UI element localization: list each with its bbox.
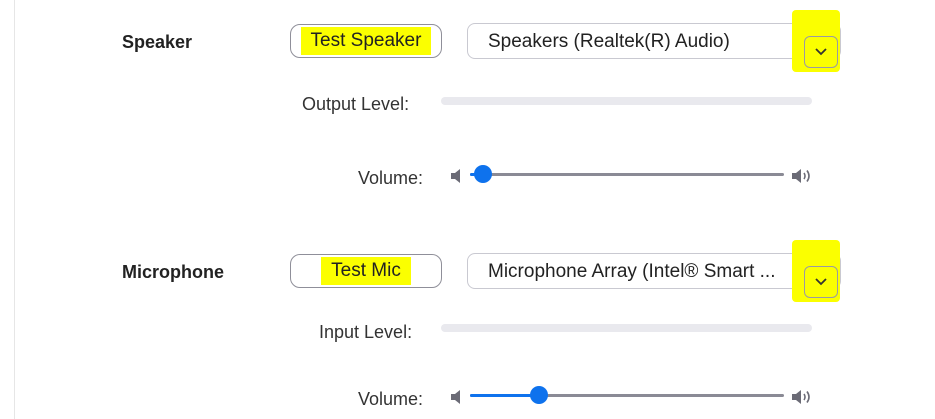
input-level-label: Input Level: bbox=[319, 322, 413, 342]
input-level-meter bbox=[441, 324, 812, 332]
speaker-volume-slider[interactable] bbox=[470, 165, 784, 183]
microphone-volume-slider[interactable] bbox=[470, 386, 784, 404]
microphone-section-title: Microphone bbox=[122, 262, 224, 282]
microphone-device-select[interactable]: Microphone Array (Intel® Smart ... bbox=[467, 240, 841, 302]
test-mic-button-label: Test Mic bbox=[321, 257, 411, 285]
speaker-high-icon bbox=[792, 390, 810, 404]
microphone-volume-fill bbox=[470, 394, 540, 397]
speaker-high-icon bbox=[792, 169, 810, 183]
output-level-meter bbox=[441, 97, 812, 105]
test-speaker-button[interactable]: Test Speaker bbox=[290, 24, 442, 58]
microphone-device-value: Microphone Array (Intel® Smart ... bbox=[488, 261, 776, 282]
chevron-down-icon bbox=[815, 278, 827, 286]
speaker-low-icon bbox=[451, 390, 460, 404]
panel-divider bbox=[14, 0, 15, 419]
speaker-device-value: Speakers (Realtek(R) Audio) bbox=[488, 31, 730, 52]
microphone-dropdown-button[interactable] bbox=[804, 266, 838, 298]
test-speaker-button-label: Test Speaker bbox=[300, 27, 432, 55]
speaker-section-title: Speaker bbox=[122, 32, 193, 52]
speaker-dropdown-button[interactable] bbox=[804, 36, 838, 68]
microphone-volume-label: Volume: bbox=[358, 389, 424, 409]
microphone-volume-thumb[interactable] bbox=[530, 386, 549, 404]
speaker-low-icon bbox=[451, 169, 460, 183]
speaker-volume-label: Volume: bbox=[358, 168, 424, 188]
speaker-device-select[interactable]: Speakers (Realtek(R) Audio) bbox=[467, 10, 841, 72]
test-mic-button[interactable]: Test Mic bbox=[290, 254, 442, 288]
chevron-down-icon bbox=[815, 48, 827, 56]
speaker-volume-thumb[interactable] bbox=[473, 165, 492, 183]
output-level-label: Output Level: bbox=[302, 94, 410, 114]
